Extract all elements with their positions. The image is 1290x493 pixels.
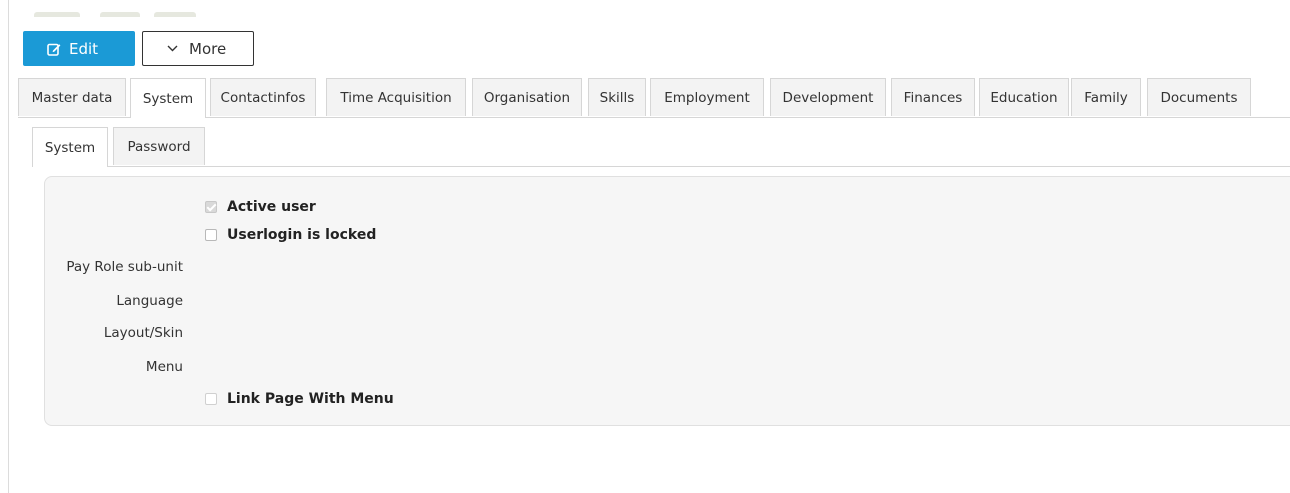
chevron-down-icon	[167, 45, 178, 52]
more-button-label: More	[189, 39, 227, 58]
tab-family[interactable]: Family	[1071, 78, 1141, 116]
active-user-label: Active user	[227, 199, 316, 215]
sub-tab-bar: System Password	[32, 127, 1290, 167]
subtab-password[interactable]: Password	[113, 127, 205, 165]
pay-role-row: Pay Role sub-unit	[45, 257, 1290, 277]
language-label: Language	[116, 293, 183, 309]
edit-button[interactable]: Edit	[23, 31, 135, 66]
layout-skin-label: Layout/Skin	[103, 325, 183, 341]
userlogin-locked-label: Userlogin is locked	[227, 227, 377, 243]
layout-skin-row: Layout/Skin	[45, 323, 1290, 343]
tab-employment[interactable]: Employment	[650, 78, 764, 116]
active-user-row: Active user	[45, 197, 1290, 217]
tab-development[interactable]: Development	[770, 78, 886, 116]
pay-role-label: Pay Role sub-unit	[66, 259, 183, 275]
tab-master-data[interactable]: Master data	[18, 78, 126, 116]
edit-icon	[47, 43, 61, 56]
tab-skills[interactable]: Skills	[588, 78, 646, 116]
thumbnail	[154, 12, 196, 17]
menu-label: Menu	[145, 359, 183, 375]
subtab-system[interactable]: System	[32, 127, 108, 167]
tab-time-acquisition[interactable]: Time Acquisition	[326, 78, 466, 116]
thumbnail	[34, 12, 80, 17]
active-user-checkbox[interactable]	[205, 201, 217, 213]
link-page-with-menu-checkbox[interactable]	[205, 393, 217, 405]
thumbnail	[100, 12, 140, 17]
tab-system[interactable]: System	[130, 78, 206, 118]
userlogin-locked-checkbox[interactable]	[205, 229, 217, 241]
tab-education[interactable]: Education	[979, 78, 1069, 116]
more-button[interactable]: More	[142, 31, 254, 66]
tab-documents[interactable]: Documents	[1147, 78, 1251, 116]
link-page-row: Link Page With Menu	[45, 389, 1290, 409]
main-tab-bar: Master data System Contactinfos Time Acq…	[18, 78, 1290, 118]
tab-organisation[interactable]: Organisation	[472, 78, 582, 116]
link-page-with-menu-label: Link Page With Menu	[227, 391, 394, 407]
menu-row: Menu	[45, 357, 1290, 377]
system-settings-panel: Active user Userlogin is locked Pay Role…	[44, 176, 1290, 426]
left-divider	[8, 0, 9, 493]
userlogin-locked-row: Userlogin is locked	[45, 225, 1290, 245]
language-row: Language	[45, 291, 1290, 311]
edit-button-label: Edit	[69, 39, 99, 58]
tab-finances[interactable]: Finances	[891, 78, 975, 116]
tab-contactinfos[interactable]: Contactinfos	[210, 78, 316, 116]
